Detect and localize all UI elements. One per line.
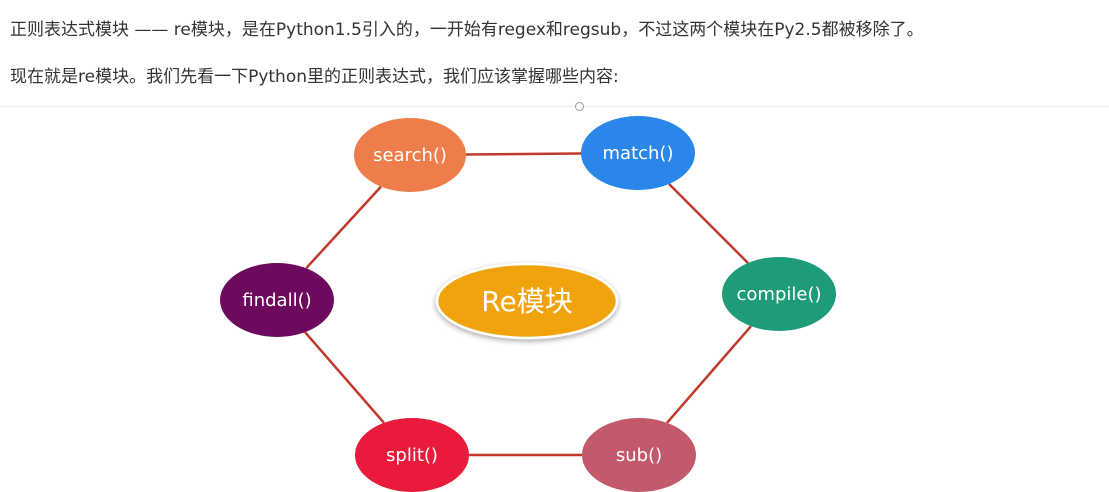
node-search-label: search() — [373, 145, 447, 166]
center-label: Re模块 — [481, 285, 572, 318]
center-node: Re模块 — [435, 262, 619, 340]
edge-split-findall — [304, 331, 385, 424]
edge-compile-sub — [666, 325, 752, 424]
node-match[interactable]: match() — [581, 116, 695, 190]
node-compile[interactable]: compile() — [722, 257, 836, 331]
node-match-label: match() — [603, 143, 674, 164]
node-findall-label: findall() — [242, 290, 311, 311]
node-split[interactable]: split() — [355, 418, 469, 492]
node-search[interactable]: search() — [354, 118, 466, 192]
edge-search-match — [465, 152, 582, 156]
edge-findall-search — [305, 185, 382, 270]
node-compile-label: compile() — [737, 284, 822, 305]
node-split-label: split() — [386, 445, 438, 466]
node-sub-label: sub() — [616, 445, 662, 466]
edge-match-compile — [668, 183, 749, 264]
re-module-diagram: Re模块 search() match() compile() sub() sp… — [220, 116, 836, 492]
node-sub[interactable]: sub() — [582, 418, 696, 492]
node-findall[interactable]: findall() — [220, 263, 334, 337]
